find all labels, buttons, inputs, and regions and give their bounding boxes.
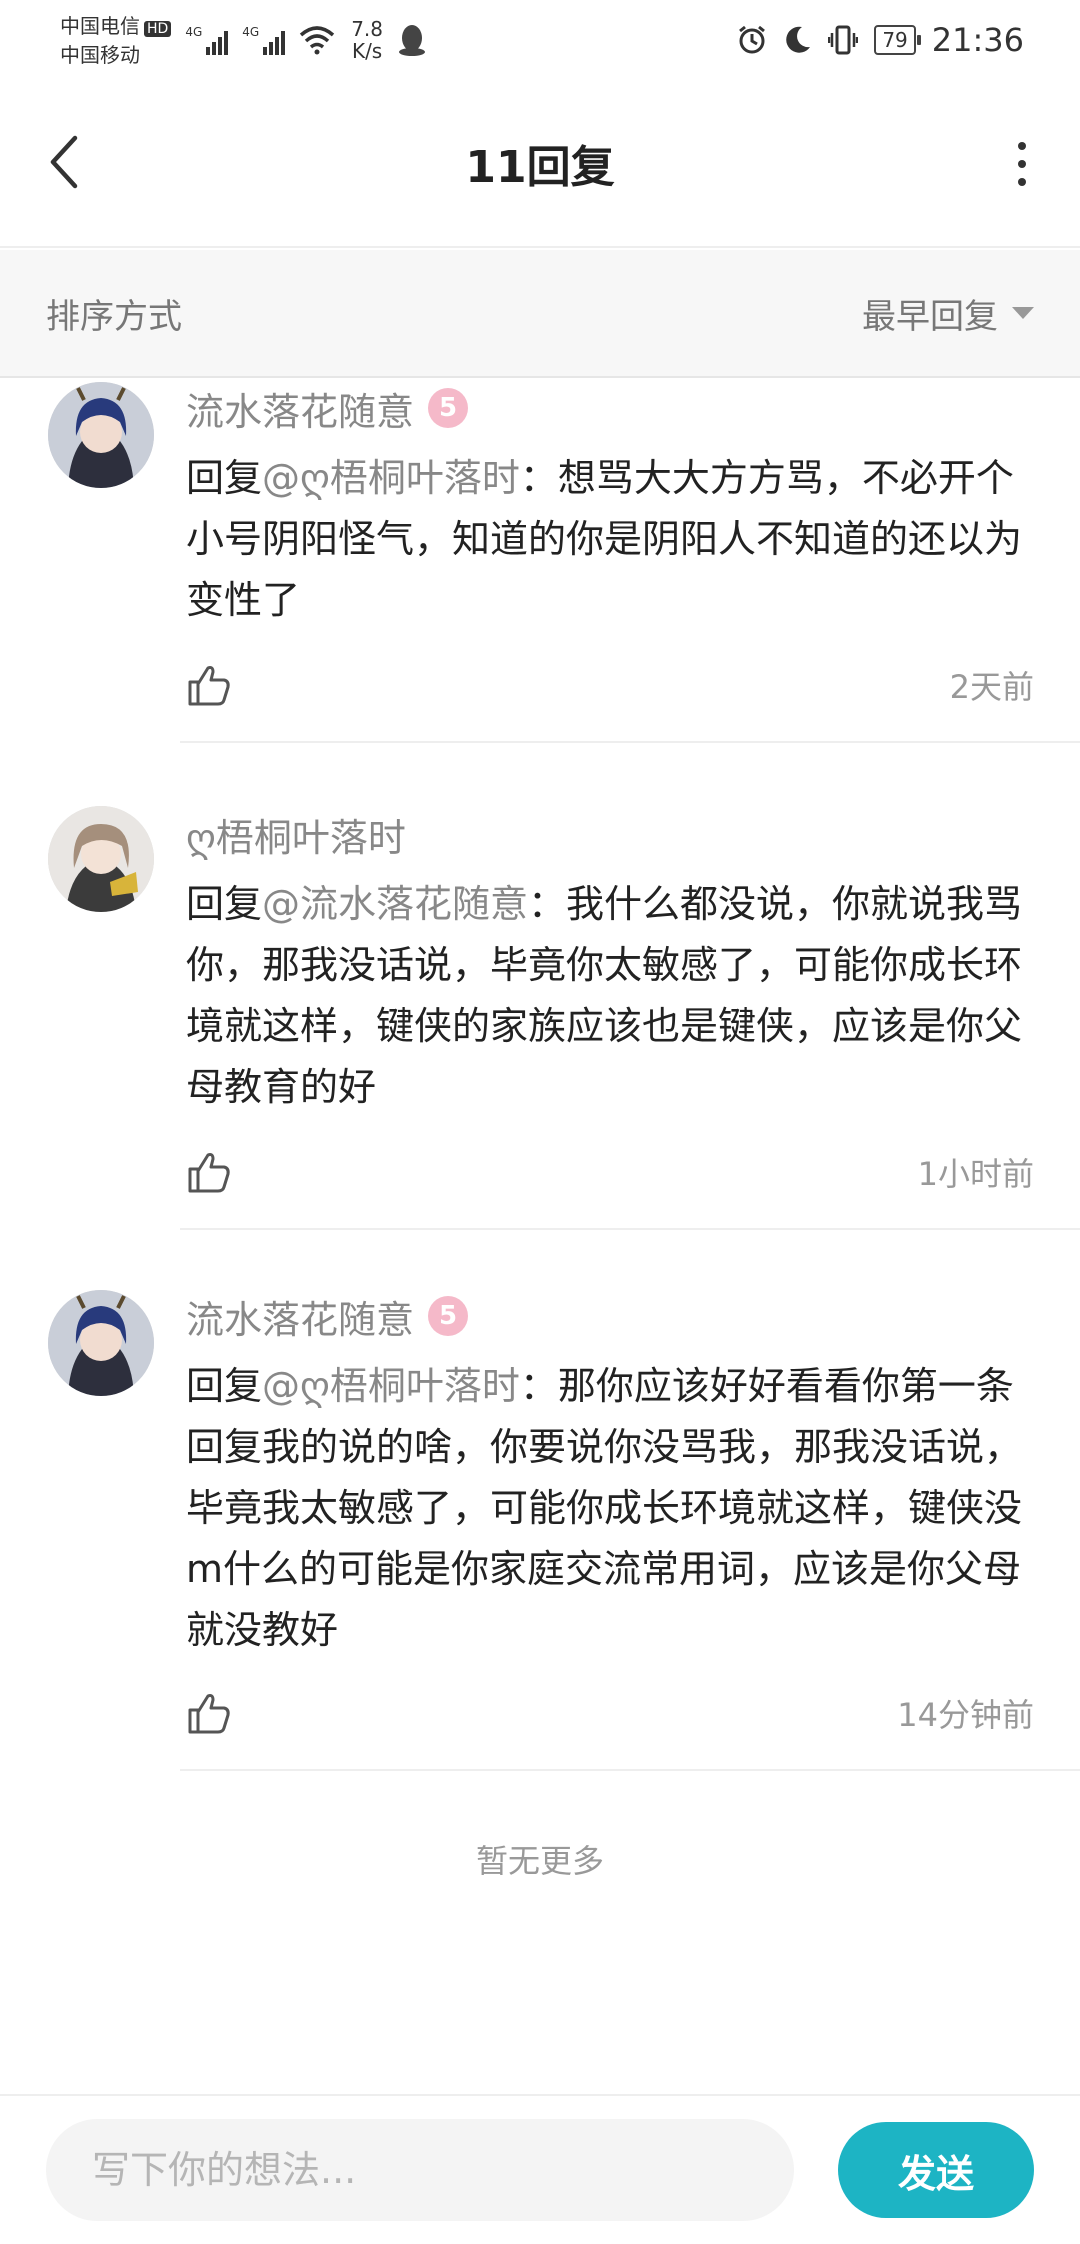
vibrate-icon <box>828 25 859 55</box>
comment-item: ღ梧桐叶落时 回复@流水落花随意：我什么都没说，你就说我骂你，那我没话说，毕竟你… <box>0 750 1080 1240</box>
speed-unit: K/s <box>351 39 383 63</box>
page-title: 11回复 <box>465 142 615 193</box>
reply-prefix: 回复 <box>186 1364 263 1408</box>
alarm-icon <box>739 25 766 54</box>
comment-author[interactable]: 流水落花随意 <box>186 1289 414 1344</box>
level-badge: 5 <box>428 1296 469 1336</box>
signal-icon: 4G <box>242 25 286 55</box>
chevron-left-icon <box>50 135 78 189</box>
reply-bar: 发送 <box>0 2094 1080 2244</box>
dot <box>1018 178 1026 186</box>
comment-item: 流水落花随意 5 回复@ღ梧桐叶落时：想骂大大方方骂，不必开个小号阴阳怪气，知道… <box>0 380 1080 750</box>
level-badge: 5 <box>428 388 469 428</box>
wifi-icon <box>300 26 335 55</box>
signal-icon: 4G <box>185 25 229 55</box>
mention-link[interactable]: @ღ梧桐叶落时 <box>262 456 520 500</box>
status-right: 79 21:36 <box>736 21 1024 59</box>
avatar-image <box>48 806 154 912</box>
divider <box>180 1769 1080 1771</box>
thumbs-up-icon[interactable] <box>186 1149 232 1195</box>
comment-list: 流水落花随意 5 回复@ღ梧桐叶落时：想骂大大方方骂，不必开个小号阴阳怪气，知道… <box>0 380 1080 1790</box>
reply-prefix: 回复 <box>186 456 263 500</box>
comment-author[interactable]: 流水落花随意 <box>186 381 414 436</box>
mention-link[interactable]: @ღ梧桐叶落时 <box>262 1364 520 1408</box>
thumbs-up-icon[interactable] <box>186 662 232 708</box>
comment-text: 回复@ღ梧桐叶落时：想骂大大方方骂，不必开个小号阴阳怪气，知道的你是阴阳人不知道… <box>186 448 1034 631</box>
moon-icon <box>786 26 811 53</box>
clock: 21:36 <box>931 21 1024 59</box>
divider <box>180 1228 1080 1230</box>
thumbs-up-icon[interactable] <box>186 1690 232 1736</box>
comment-author[interactable]: ღ梧桐叶落时 <box>186 807 406 862</box>
reply-prefix: 回复 <box>186 882 263 926</box>
avatar[interactable] <box>48 806 154 912</box>
avatar[interactable] <box>48 382 154 488</box>
more-options-button[interactable] <box>1004 136 1040 192</box>
caret-down-icon <box>1012 307 1034 319</box>
send-button[interactable]: 发送 <box>838 2122 1034 2218</box>
avatar[interactable] <box>48 1290 154 1396</box>
app-bar: 11回复 <box>0 80 1080 248</box>
status-bar: 中国电信 HD 中国移动 4G 4G 7.8 K/s 79 21:36 <box>0 0 1080 80</box>
sort-dropdown[interactable]: 最早回复 <box>862 289 1034 338</box>
reply-input[interactable] <box>46 2119 794 2221</box>
speed-value: 7.8 <box>351 17 383 41</box>
sort-label: 排序方式 <box>46 296 182 337</box>
hd-badge: HD <box>144 20 172 37</box>
qq-icon <box>399 25 425 56</box>
carrier-1: 中国电信 <box>60 13 140 38</box>
comment-time: 2天前 <box>949 668 1034 706</box>
dot <box>1018 160 1026 168</box>
network-type-1: 4G <box>185 25 203 39</box>
comment-text: 回复@流水落花随意：我什么都没说，你就说我骂你，那我没话说，毕竟你太敏感了，可能… <box>186 874 1034 1118</box>
comment-time: 14分钟前 <box>897 1696 1034 1734</box>
sort-selected-value: 最早回复 <box>862 296 998 337</box>
divider <box>180 741 1080 743</box>
sort-bar: 排序方式 最早回复 <box>0 250 1080 378</box>
comment-text: 回复@ღ梧桐叶落时：那你应该好好看看你第一条回复我的说的啥，你要说你没骂我，那我… <box>186 1356 1034 1661</box>
network-type-2: 4G <box>242 25 260 39</box>
battery-indicator: 79 <box>874 25 922 55</box>
back-button[interactable] <box>40 130 88 194</box>
avatar-image <box>48 1290 154 1396</box>
carrier-2: 中国移动 <box>60 42 140 67</box>
mention-link[interactable]: @流水落花随意 <box>262 882 528 926</box>
carrier-info: 中国电信 HD 中国移动 <box>60 13 172 68</box>
comment-time: 1小时前 <box>917 1155 1034 1193</box>
dot <box>1018 142 1026 150</box>
avatar-image <box>48 382 154 488</box>
network-speed: 7.8 K/s <box>351 18 383 62</box>
comment-item: 流水落花随意 5 回复@ღ梧桐叶落时：那你应该好好看看你第一条回复我的说的啥，你… <box>0 1240 1080 1790</box>
no-more-label: 暂无更多 <box>475 1842 604 1880</box>
